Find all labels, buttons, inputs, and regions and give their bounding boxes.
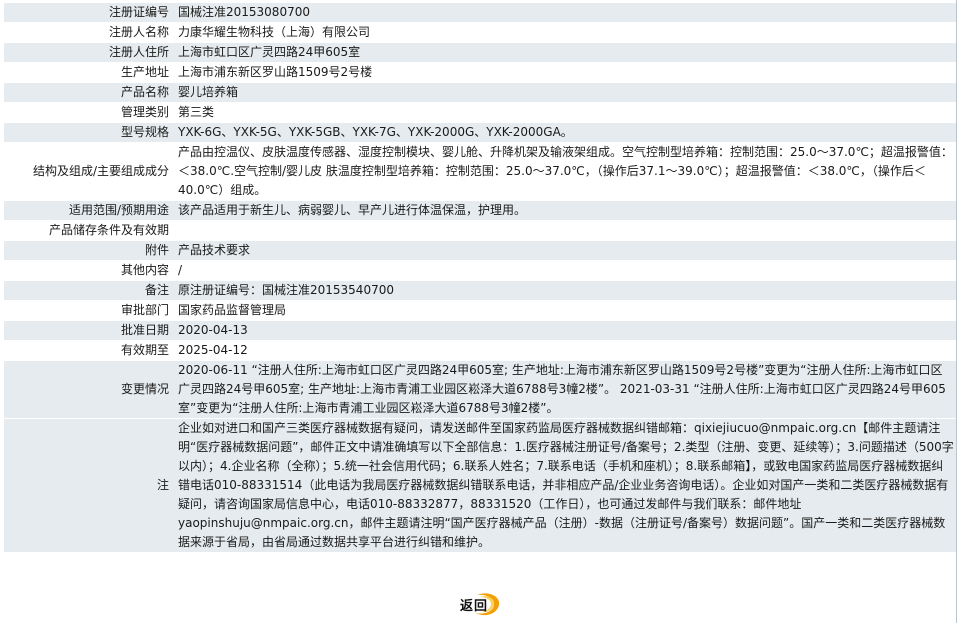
back-button[interactable]: 返回 [457, 590, 509, 618]
row-valid-until: 有效期至 2025-04-12 [4, 341, 956, 360]
row-approval-date: 批准日期 2020-04-13 [4, 321, 956, 340]
row-structure-composition: 结构及组成/主要组成成分 产品由控温仪、皮肤温度传感器、湿度控制模块、婴儿舱、升… [4, 143, 956, 200]
row-registrant-address: 注册人住所 上海市虹口区广灵四路24甲605室 [4, 43, 956, 62]
row-value: 第三类 [174, 103, 956, 122]
row-value: 企业如对进口和国产三类医疗器械数据有疑问，请发送邮件至国家药监局医疗器械数据纠错… [174, 419, 956, 552]
row-value [174, 221, 956, 240]
row-other-content: 其他内容 / [4, 261, 956, 280]
row-label: 注册证编号 [4, 3, 174, 22]
row-value: 国家药品监督管理局 [174, 301, 956, 320]
detail-panel: 注册证编号 国械注准20153080700 注册人名称 力康华耀生物科技（上海）… [4, 0, 956, 623]
row-value: 2025-04-12 [174, 341, 956, 360]
device-detail-table: 注册证编号 国械注准20153080700 注册人名称 力康华耀生物科技（上海）… [4, 2, 956, 553]
row-label: 注 [4, 419, 174, 552]
row-value: 国械注准20153080700 [174, 3, 956, 22]
row-note: 注 企业如对进口和国产三类医疗器械数据有疑问，请发送邮件至国家药监局医疗器械数据… [4, 419, 956, 552]
back-button-label: 返回 [460, 599, 489, 614]
row-value: 该产品适用于新生儿、病弱婴儿、早产儿进行体温保温，护理用。 [174, 201, 956, 220]
row-label: 备注 [4, 281, 174, 300]
row-label: 其他内容 [4, 261, 174, 280]
row-label: 附件 [4, 241, 174, 260]
row-label: 审批部门 [4, 301, 174, 320]
row-registrant-name: 注册人名称 力康华耀生物科技（上海）有限公司 [4, 23, 956, 42]
row-label: 有效期至 [4, 341, 174, 360]
row-value: 产品技术要求 [174, 241, 956, 260]
row-management-category: 管理类别 第三类 [4, 103, 956, 122]
row-value: YXK-6G、YXK-5G、YXK-5GB、YXK-7G、YXK-2000G、Y… [174, 123, 956, 142]
row-product-name: 产品名称 婴儿培养箱 [4, 83, 956, 102]
row-label: 变更情况 [4, 361, 174, 418]
row-label: 产品名称 [4, 83, 174, 102]
row-value: 2020-06-11 “注册人住所:上海市虹口区广灵四路24甲605室; 生产地… [174, 361, 956, 418]
row-attachment: 附件 产品技术要求 [4, 241, 956, 260]
row-label: 结构及组成/主要组成成分 [4, 143, 174, 200]
row-label: 适用范围/预期用途 [4, 201, 174, 220]
row-storage-validity: 产品储存条件及有效期 [4, 221, 956, 240]
back-button-area: 返回 [457, 590, 509, 618]
row-registration-number: 注册证编号 国械注准20153080700 [4, 3, 956, 22]
row-value: 产品由控温仪、皮肤温度传感器、湿度控制模块、婴儿舱、升降机架及输液架组成。空气控… [174, 143, 956, 200]
row-value: 2020-04-13 [174, 321, 956, 340]
row-remarks: 备注 原注册证编号：国械注准20153540700 [4, 281, 956, 300]
row-label: 生产地址 [4, 63, 174, 82]
row-label: 型号规格 [4, 123, 174, 142]
row-label: 产品储存条件及有效期 [4, 221, 174, 240]
row-value: 力康华耀生物科技（上海）有限公司 [174, 23, 956, 42]
row-value: 婴儿培养箱 [174, 83, 956, 102]
row-value: 原注册证编号：国械注准20153540700 [174, 281, 956, 300]
row-label: 管理类别 [4, 103, 174, 122]
row-approval-department: 审批部门 国家药品监督管理局 [4, 301, 956, 320]
window-right-border [956, 0, 957, 623]
row-label: 批准日期 [4, 321, 174, 340]
row-value: 上海市虹口区广灵四路24甲605室 [174, 43, 956, 62]
row-value: 上海市浦东新区罗山路1509号2号楼 [174, 63, 956, 82]
row-production-address: 生产地址 上海市浦东新区罗山路1509号2号楼 [4, 63, 956, 82]
row-change-history: 变更情况 2020-06-11 “注册人住所:上海市虹口区广灵四路24甲605室… [4, 361, 956, 418]
row-label: 注册人名称 [4, 23, 174, 42]
row-model-spec: 型号规格 YXK-6G、YXK-5G、YXK-5GB、YXK-7G、YXK-20… [4, 123, 956, 142]
row-value: / [174, 261, 956, 280]
row-label: 注册人住所 [4, 43, 174, 62]
row-scope-of-use: 适用范围/预期用途 该产品适用于新生儿、病弱婴儿、早产儿进行体温保温，护理用。 [4, 201, 956, 220]
